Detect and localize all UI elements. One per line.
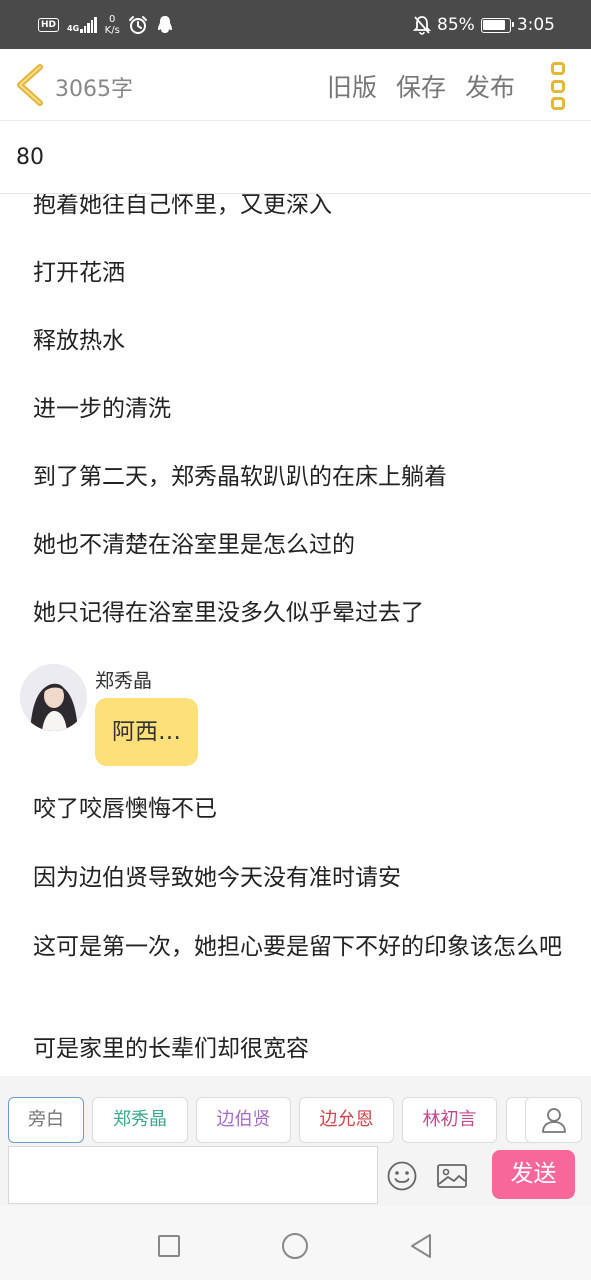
paragraph: 她也不清楚在浴室里是怎么过的	[33, 532, 355, 558]
recent-apps-icon[interactable]	[158, 1235, 180, 1257]
battery-percent: 85%	[437, 15, 475, 35]
role-selector: 旁白 郑秀晶 边伯贤 边允恩 林初言	[0, 1076, 591, 1146]
chat-message[interactable]: 郑秀晶 阿西…	[20, 664, 420, 774]
role-character[interactable]: 边伯贤	[196, 1097, 291, 1143]
chapter-header: 80	[0, 121, 591, 194]
role-character[interactable]: 边允恩	[299, 1097, 394, 1143]
status-left: HD 4G 0 K/s	[38, 12, 174, 38]
paragraph: 到了第二天，郑秀晶软趴趴的在床上躺着	[33, 464, 447, 490]
net-speed-unit: K/s	[104, 25, 120, 36]
avatar[interactable]	[20, 664, 87, 731]
battery-fill	[483, 20, 505, 30]
network-type: 4G	[67, 24, 80, 33]
back-button[interactable]	[12, 63, 52, 107]
qq-penguin-icon	[157, 16, 172, 33]
editor-toolbar: 3065字 旧版 保存 发布	[0, 49, 591, 121]
avatar-portrait-icon	[20, 664, 87, 731]
paragraph: 可是家里的长辈们却很宽容	[33, 1036, 309, 1062]
paragraph: 这可是第一次，她担心要是留下不好的印象该怎么吧	[33, 934, 562, 960]
net-speed-value: 0	[109, 14, 116, 25]
chapter-number[interactable]: 80	[16, 145, 44, 170]
role-narrator[interactable]: 旁白	[8, 1097, 84, 1143]
send-button[interactable]: 发送	[492, 1150, 575, 1199]
paragraph: 抱着她往自己怀里，又更深入	[33, 194, 332, 218]
paragraph: 进一步的清洗	[33, 396, 171, 422]
home-icon[interactable]	[282, 1233, 308, 1259]
save-button[interactable]: 保存	[396, 68, 446, 104]
story-content[interactable]: 抱着她往自己怀里，又更深入 打开花洒 释放热水 进一步的清洗 到了第二天，郑秀晶…	[0, 194, 591, 1076]
old-version-button[interactable]: 旧版	[327, 68, 377, 104]
back-triangle-icon[interactable]	[408, 1232, 434, 1260]
system-nav-bar	[0, 1206, 591, 1280]
hd-indicator: HD	[38, 18, 60, 32]
role-character[interactable]: 林初言	[402, 1097, 497, 1143]
word-count: 3065字	[55, 77, 133, 102]
chat-speaker-name: 郑秀晶	[95, 670, 153, 692]
image-button[interactable]	[436, 1162, 468, 1190]
status-bar: HD 4G 0 K/s 85% 3:05	[0, 0, 591, 49]
chat-bubble[interactable]: 阿西…	[95, 698, 198, 766]
role-character[interactable]: 郑秀晶	[92, 1097, 188, 1143]
signal-icon	[80, 17, 97, 33]
smiley-icon	[387, 1161, 417, 1191]
user-icon	[541, 1108, 566, 1133]
status-right: 85% 3:05	[413, 12, 555, 38]
bell-off-icon	[413, 16, 432, 35]
emoji-button[interactable]	[386, 1160, 418, 1192]
composer: 发送	[0, 1146, 591, 1206]
paragraph: 因为边伯贤导致她今天没有准时请安	[33, 865, 401, 891]
message-input[interactable]	[8, 1146, 378, 1204]
add-role-button[interactable]	[525, 1097, 582, 1143]
paragraph: 打开花洒	[33, 260, 125, 286]
paragraph: 她只记得在浴室里没多久似乎晕过去了	[33, 600, 424, 626]
signal-group: 4G	[67, 17, 97, 33]
publish-button[interactable]: 发布	[465, 68, 515, 104]
clock: 3:05	[516, 15, 555, 35]
net-speed: 0 K/s	[105, 14, 120, 36]
more-vertical-icon[interactable]	[546, 62, 570, 110]
battery-icon	[480, 17, 514, 33]
paragraph: 释放热水	[33, 328, 125, 354]
chevron-left-icon	[17, 64, 43, 106]
image-icon	[437, 1164, 467, 1188]
alarm-icon	[128, 16, 147, 34]
paragraph: 咬了咬唇懊悔不已	[33, 796, 217, 822]
